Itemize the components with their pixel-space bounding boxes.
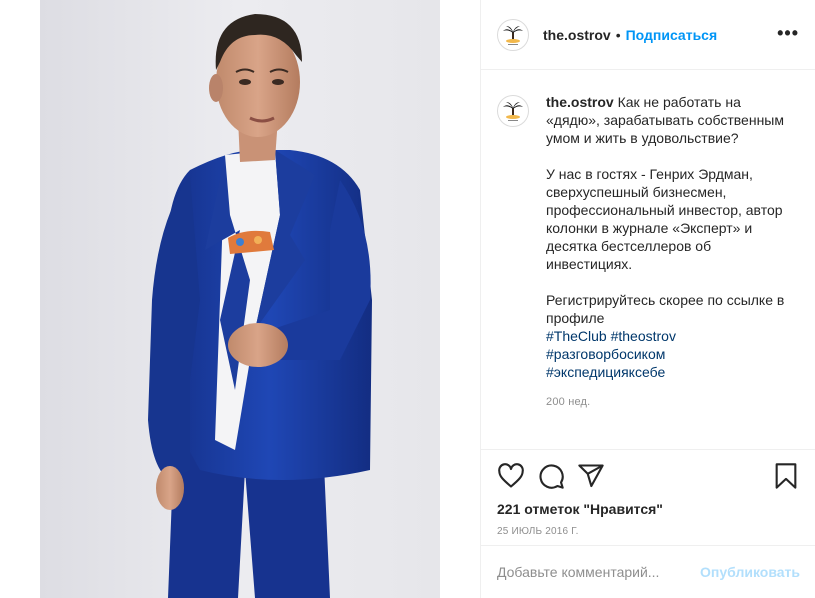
palm-logo-icon [503,25,523,45]
bookmark-icon[interactable] [772,462,800,490]
hashtag-link[interactable]: #разговорбосиком [546,346,665,362]
caption-intro-paragraph: the.ostrov Как не работать на «дядю», за… [546,93,796,147]
follow-button[interactable]: Подписаться [626,27,718,43]
share-icon[interactable] [577,462,605,490]
caption-row: the.ostrov Как не работать на «дядю», за… [497,93,800,411]
palm-logo-icon [503,102,523,121]
post-actions: 221 отметок "Нравится" 25 ИЮЛЬ 2016 Г. [481,449,815,545]
author-avatar[interactable] [497,18,529,51]
comment-box: Опубликовать [481,545,815,598]
more-options-icon[interactable]: ••• [777,24,799,42]
caption-cta: Регистрируйтесь скорее по ссылке в профи… [546,292,785,326]
likes-count[interactable]: 221 отметок "Нравится" [497,501,800,517]
instagram-post-page: the.ostrov • Подписаться ••• the.ostrov … [0,0,815,598]
man-in-blue-suit-image [148,14,372,598]
caption-author-username[interactable]: the.ostrov [546,94,614,110]
hashtag-link[interactable]: #экспедицияксебе [546,364,665,380]
heart-icon[interactable] [497,462,525,490]
caption-section: the.ostrov Как не работать на «дядю», за… [481,71,815,449]
publish-button[interactable]: Опубликовать [700,564,800,580]
post-date[interactable]: 25 ИЮЛЬ 2016 Г. [497,526,800,537]
hashtag-line: #разговорбосиком [546,345,796,363]
caption-guest: У нас в гостях - Генрих Эрдман, сверхусп… [546,166,783,272]
hashtag-link[interactable]: #TheClub #theostrov [546,328,676,344]
caption-author-avatar[interactable] [497,95,529,127]
caption-timestamp[interactable]: 200 нед. [546,393,796,411]
author-username[interactable]: the.ostrov [543,27,611,43]
caption-text: the.ostrov Как не работать на «дядю», за… [546,93,796,411]
comment-input[interactable] [497,564,701,580]
separator-dot: • [615,26,621,43]
hashtag-line: #TheClub #theostrov [546,327,796,345]
post-header: the.ostrov • Подписаться ••• [481,0,815,70]
comment-icon[interactable] [537,462,565,490]
post-photo[interactable] [40,0,440,598]
hashtag-line: #экспедицияксебе [546,363,796,381]
action-icons-row [497,462,800,490]
post-side-panel: the.ostrov • Подписаться ••• the.ostrov … [480,0,815,598]
